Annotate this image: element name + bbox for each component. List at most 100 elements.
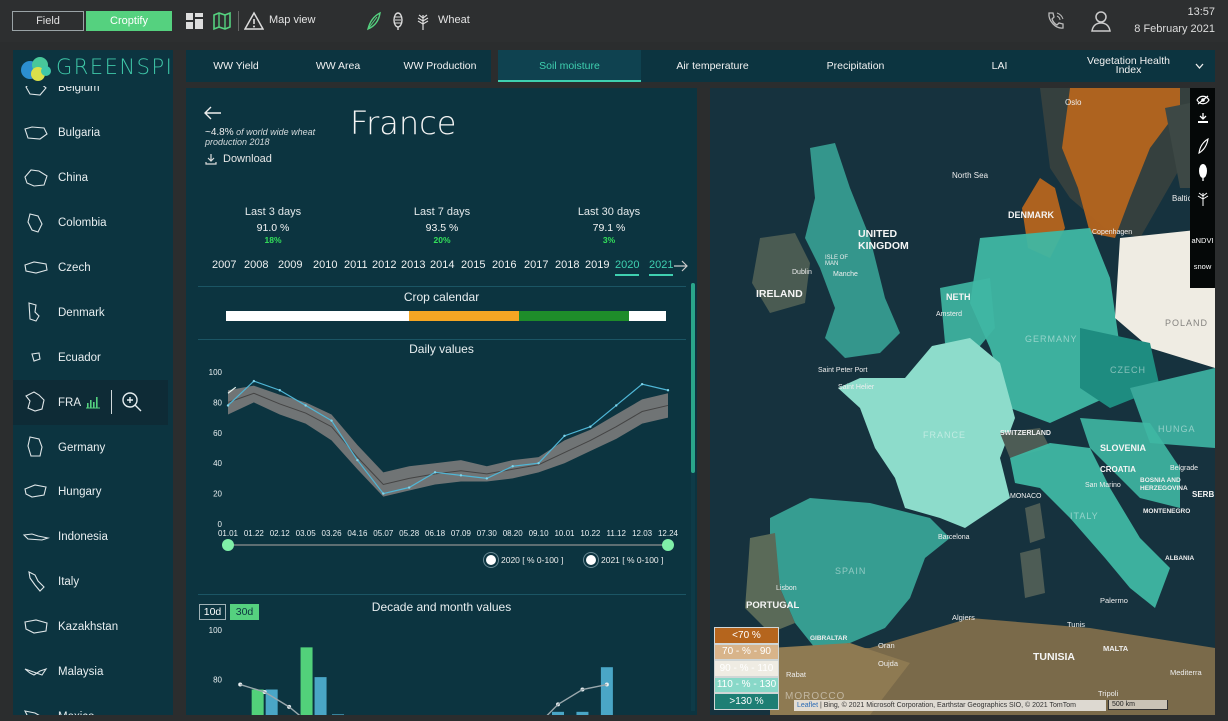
legend-class: 70 - % - 90 bbox=[714, 643, 779, 660]
sidebar-country-label: FRA bbox=[58, 396, 81, 409]
sidebar-country-germany[interactable]: Germany bbox=[13, 425, 173, 470]
historical-range-band bbox=[228, 385, 668, 497]
series-2020-point bbox=[330, 419, 333, 422]
tab-ww-area[interactable]: WW Area bbox=[286, 50, 390, 82]
china-outline-icon bbox=[24, 169, 48, 187]
sidebar-country-mexico[interactable]: Mexico bbox=[13, 694, 173, 715]
sidebar-country-kazakhstan[interactable]: Kazakhstan bbox=[13, 605, 173, 650]
sidebar-country-label: Ecuador bbox=[58, 351, 101, 364]
map-label-serbia: SERB bbox=[1192, 490, 1215, 499]
series-2020-point bbox=[666, 389, 670, 392]
sidebar-country-hungary[interactable]: Hungary bbox=[13, 470, 173, 515]
divider bbox=[111, 390, 112, 415]
year-2009[interactable]: 2009 bbox=[278, 259, 302, 271]
leaflet-link[interactable]: Leaflet bbox=[797, 702, 818, 709]
y-tick-label: 80 bbox=[213, 676, 222, 685]
divider bbox=[198, 286, 686, 287]
sidebar-country-label: Italy bbox=[58, 576, 80, 589]
download-map-tool[interactable] bbox=[1190, 106, 1215, 130]
field-mode-button[interactable]: Field bbox=[12, 11, 84, 31]
sidebar-country-ecuador[interactable]: Ecuador bbox=[13, 335, 173, 380]
series-2020-point bbox=[304, 404, 307, 407]
calendar-segment bbox=[226, 311, 409, 321]
legend-2020[interactable]: 2020 [ % 0-100 ] bbox=[486, 555, 563, 565]
phone-icon[interactable] bbox=[1045, 11, 1065, 31]
map-label-manchester: Manche bbox=[833, 271, 858, 278]
arrow-right-icon[interactable] bbox=[673, 260, 689, 272]
kazakhstan-outline-icon bbox=[24, 619, 48, 634]
calendar-segment bbox=[628, 311, 666, 321]
series-2020-point bbox=[485, 477, 489, 480]
year-2020[interactable]: 2020 bbox=[615, 259, 640, 276]
sidebar-country-italy[interactable]: Italy bbox=[13, 560, 173, 605]
year-2015[interactable]: 2015 bbox=[461, 259, 485, 271]
tab-soil-moisture[interactable]: Soil moisture bbox=[498, 50, 641, 82]
tab-air-temperature[interactable]: Air temperature bbox=[641, 50, 784, 82]
zoom-in-icon[interactable] bbox=[121, 391, 143, 413]
crop-label[interactable]: Wheat bbox=[438, 14, 470, 26]
year-2011[interactable]: 2011 bbox=[344, 259, 368, 271]
map-label-saint-helier: Saint Helier bbox=[838, 384, 875, 391]
chevron-down-icon[interactable] bbox=[1195, 62, 1204, 70]
tab-vegetation-health-index[interactable]: Vegetation Health Index bbox=[1072, 50, 1185, 82]
wheat-icon[interactable] bbox=[413, 11, 433, 31]
dashboard-icon[interactable] bbox=[185, 11, 205, 31]
year-2008[interactable]: 2008 bbox=[244, 259, 268, 271]
tab-ww-yield[interactable]: WW Yield bbox=[186, 50, 286, 82]
x-tick-label: 04.16 bbox=[347, 529, 368, 538]
snow-layer-tool[interactable]: snow bbox=[1190, 254, 1215, 278]
europe-map[interactable]: Oslo North Sea Baltic S DENMARK Copenhag… bbox=[710, 88, 1215, 715]
y-tick-label: 20 bbox=[213, 490, 222, 499]
ndvi-layer-tool[interactable]: aNDVI bbox=[1190, 228, 1215, 252]
leaf-layer-tool[interactable] bbox=[1190, 134, 1215, 158]
sidebar-country-colombia[interactable]: Colombia bbox=[13, 201, 173, 246]
corn-icon[interactable] bbox=[388, 11, 408, 31]
year-2021[interactable]: 2021 bbox=[649, 259, 674, 276]
wheat-layer-tool[interactable] bbox=[1190, 186, 1215, 210]
range-end-handle[interactable] bbox=[662, 539, 674, 551]
panel-scrollbar-thumb[interactable] bbox=[691, 283, 695, 473]
sidebar-country-malaysia[interactable]: Malaysia bbox=[13, 650, 173, 695]
warning-icon[interactable] bbox=[244, 11, 264, 31]
daily-values-title: Daily values bbox=[409, 342, 474, 356]
map-label-barcelona: Barcelona bbox=[938, 534, 970, 541]
legend-2021[interactable]: 2021 [ % 0-100 ] bbox=[586, 555, 663, 565]
year-2018[interactable]: 2018 bbox=[555, 259, 579, 271]
series-2020-point bbox=[278, 389, 281, 392]
map-label-north-sea: North Sea bbox=[952, 171, 989, 180]
year-2019[interactable]: 2019 bbox=[585, 259, 609, 271]
year-2013[interactable]: 2013 bbox=[401, 259, 425, 271]
download-button[interactable]: Download bbox=[205, 153, 272, 165]
year-2012[interactable]: 2012 bbox=[372, 259, 396, 271]
sidebar-country-czech[interactable]: Czech bbox=[13, 246, 173, 291]
tab-precipitation[interactable]: Precipitation bbox=[784, 50, 927, 82]
back-arrow-icon[interactable] bbox=[204, 106, 222, 120]
range-start-handle[interactable] bbox=[222, 539, 234, 551]
year-2007[interactable]: 2007 bbox=[212, 259, 236, 271]
year-2014[interactable]: 2014 bbox=[430, 259, 454, 271]
corn-layer-tool[interactable] bbox=[1190, 160, 1215, 184]
stat-value: 91.0 % bbox=[256, 222, 290, 234]
leaf-icon[interactable] bbox=[364, 11, 384, 31]
map-label-saint-peter-port: Saint Peter Port bbox=[818, 367, 868, 374]
map-view-label[interactable]: Map view bbox=[269, 14, 315, 26]
sidebar-country-fra[interactable]: FRA bbox=[13, 380, 173, 426]
tab-ww-production[interactable]: WW Production bbox=[390, 50, 490, 82]
year-2016[interactable]: 2016 bbox=[492, 259, 516, 271]
croptify-mode-button[interactable]: Croptify bbox=[86, 11, 172, 31]
indicator-tab-group: Soil moisture Air temperature Precipitat… bbox=[498, 50, 1215, 82]
user-icon[interactable] bbox=[1090, 10, 1112, 32]
bar-chart-icon[interactable] bbox=[85, 395, 101, 409]
sidebar-country-bulgaria[interactable]: Bulgaria bbox=[13, 111, 173, 156]
sidebar-country-denmark[interactable]: Denmark bbox=[13, 290, 173, 335]
sidebar-country-indonesia[interactable]: Indonesia bbox=[13, 515, 173, 560]
tab-lai[interactable]: LAI bbox=[927, 50, 1072, 82]
map-label-isle-of-man: ISLE OF MAN bbox=[825, 255, 849, 267]
year-2017[interactable]: 2017 bbox=[524, 259, 548, 271]
x-tick-label: 10.01 bbox=[554, 529, 575, 538]
year-2010[interactable]: 2010 bbox=[313, 259, 337, 271]
average-line bbox=[546, 683, 608, 715]
sidebar-country-china[interactable]: China bbox=[13, 156, 173, 201]
map-icon[interactable] bbox=[212, 11, 232, 31]
legend-class: 90 - % - 110 bbox=[714, 660, 779, 677]
